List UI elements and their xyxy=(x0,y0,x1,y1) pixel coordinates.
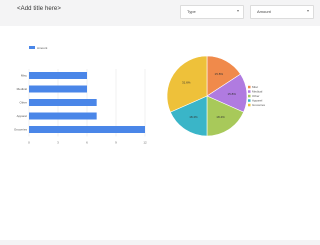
y-category-label: Apparel xyxy=(17,114,28,118)
bar xyxy=(29,99,97,106)
y-category-label: Medical xyxy=(17,87,28,91)
pie-slice-label: 15.8% xyxy=(215,72,224,76)
bar xyxy=(29,126,145,133)
x-tick-label: 0 xyxy=(28,141,30,145)
y-category-label: Other xyxy=(19,101,27,105)
pie-slice-label: 18.4% xyxy=(216,115,225,119)
pie-legend-swatch xyxy=(248,90,251,93)
amount-select[interactable]: Amount ▾ xyxy=(250,5,314,19)
app-header: <Add title here> Type ▾ Amount ▾ xyxy=(0,0,320,26)
chevron-down-icon: ▾ xyxy=(236,8,239,13)
charts-canvas: 0 3 6 9 12AmountMiscMedicalOtherApparelGroce… xyxy=(14,46,266,145)
pie-legend-label: Groceries xyxy=(252,103,266,107)
pie-legend-label: Misc xyxy=(252,85,259,89)
amount-select-value: Amount xyxy=(257,9,271,14)
pie-legend-swatch xyxy=(248,103,251,107)
chart-area: 0 3 6 9 12 Amount Misc Medical Other Apparel Groce… xyxy=(0,26,320,240)
pie-slice-label: 31.6% xyxy=(182,80,191,84)
x-tick-label: 12 xyxy=(143,141,147,145)
pie-legend-swatch xyxy=(248,85,251,89)
y-category-label: Misc xyxy=(21,74,28,78)
bar-legend-swatch xyxy=(29,46,35,49)
bar-legend-label: Amount xyxy=(37,46,48,50)
pie-legend-label: Medical xyxy=(252,90,263,94)
pie-slice-label: 15.8% xyxy=(227,92,236,96)
pie-legend-label: Other xyxy=(252,94,260,98)
y-category-label: Groceries xyxy=(14,128,28,132)
pie-legend-label: Apparel xyxy=(252,99,263,103)
chevron-down-icon: ▾ xyxy=(306,8,309,13)
type-select[interactable]: Type ▾ xyxy=(180,5,244,19)
pie-slice-label: 18.4% xyxy=(189,115,198,119)
pie-legend-swatch xyxy=(248,99,251,102)
x-tick-label: 3 xyxy=(57,141,59,145)
page-title[interactable]: <Add title here> xyxy=(17,6,61,12)
x-tick-label: 9 xyxy=(115,141,117,145)
pie-legend-swatch xyxy=(248,94,251,98)
bar xyxy=(29,72,87,79)
type-select-value: Type xyxy=(187,9,196,14)
bar xyxy=(29,85,87,93)
bar xyxy=(29,112,97,120)
x-tick-label: 6 xyxy=(86,141,88,145)
